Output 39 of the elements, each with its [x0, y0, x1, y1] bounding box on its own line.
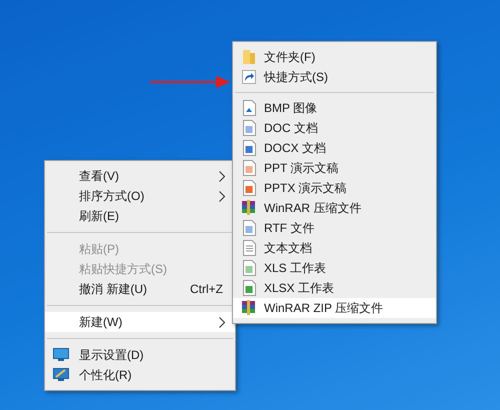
books-archive-icon — [241, 200, 257, 216]
text-file-icon — [242, 240, 256, 256]
menu-item[interactable]: 刷新(E) — [45, 206, 235, 226]
menu-item[interactable]: BMP 图像 — [233, 98, 436, 118]
presentation-file-icon — [242, 160, 256, 176]
menu-item[interactable]: 撤消 新建(U) Ctrl+Z — [45, 279, 235, 299]
menu-item[interactable]: PPT 演示文稿 — [233, 158, 436, 178]
menu-item[interactable]: 个性化(R) — [45, 365, 235, 385]
monitor-icon — [53, 348, 69, 362]
menu-item[interactable]: WinRAR ZIP 压缩文件 — [233, 298, 436, 318]
menu-item[interactable]: 文件夹(F) — [233, 47, 436, 67]
menu-item[interactable]: DOC 文档 — [233, 118, 436, 138]
menu-item[interactable]: 快捷方式(S) — [233, 67, 436, 87]
monitor-brush-icon — [53, 368, 69, 382]
menu-item[interactable]: RTF 文件 — [233, 218, 436, 238]
menu-item[interactable]: 显示设置(D) — [45, 345, 235, 365]
chevron-right-icon — [219, 316, 225, 328]
folder-icon — [242, 49, 256, 65]
spreadsheet-file-icon — [242, 260, 256, 276]
menu-item[interactable]: XLS 工作表 — [233, 258, 436, 278]
chevron-right-icon — [219, 190, 225, 202]
presentation-file-icon — [242, 180, 256, 196]
menu-item[interactable]: DOCX 文档 — [233, 138, 436, 158]
shortcut-arrow-icon — [242, 70, 256, 84]
document-file-icon — [242, 220, 256, 236]
menu-item[interactable]: WinRAR 压缩文件 — [233, 198, 436, 218]
menu-item[interactable]: 文本文档 — [233, 238, 436, 258]
menu-item[interactable]: XLSX 工作表 — [233, 278, 436, 298]
document-file-icon — [242, 120, 256, 136]
books-archive-icon — [241, 300, 257, 316]
menu-item[interactable]: 排序方式(O) — [45, 186, 235, 206]
menu-item[interactable]: 新建(W) — [45, 312, 235, 332]
spreadsheet-file-icon — [242, 280, 256, 296]
menu-item[interactable]: 查看(V) — [45, 166, 235, 186]
menu-item[interactable]: PPTX 演示文稿 — [233, 178, 436, 198]
chevron-right-icon — [219, 170, 225, 182]
shortcut-text: Ctrl+Z — [190, 281, 223, 298]
document-file-icon — [242, 140, 256, 156]
image-file-icon — [242, 100, 256, 116]
